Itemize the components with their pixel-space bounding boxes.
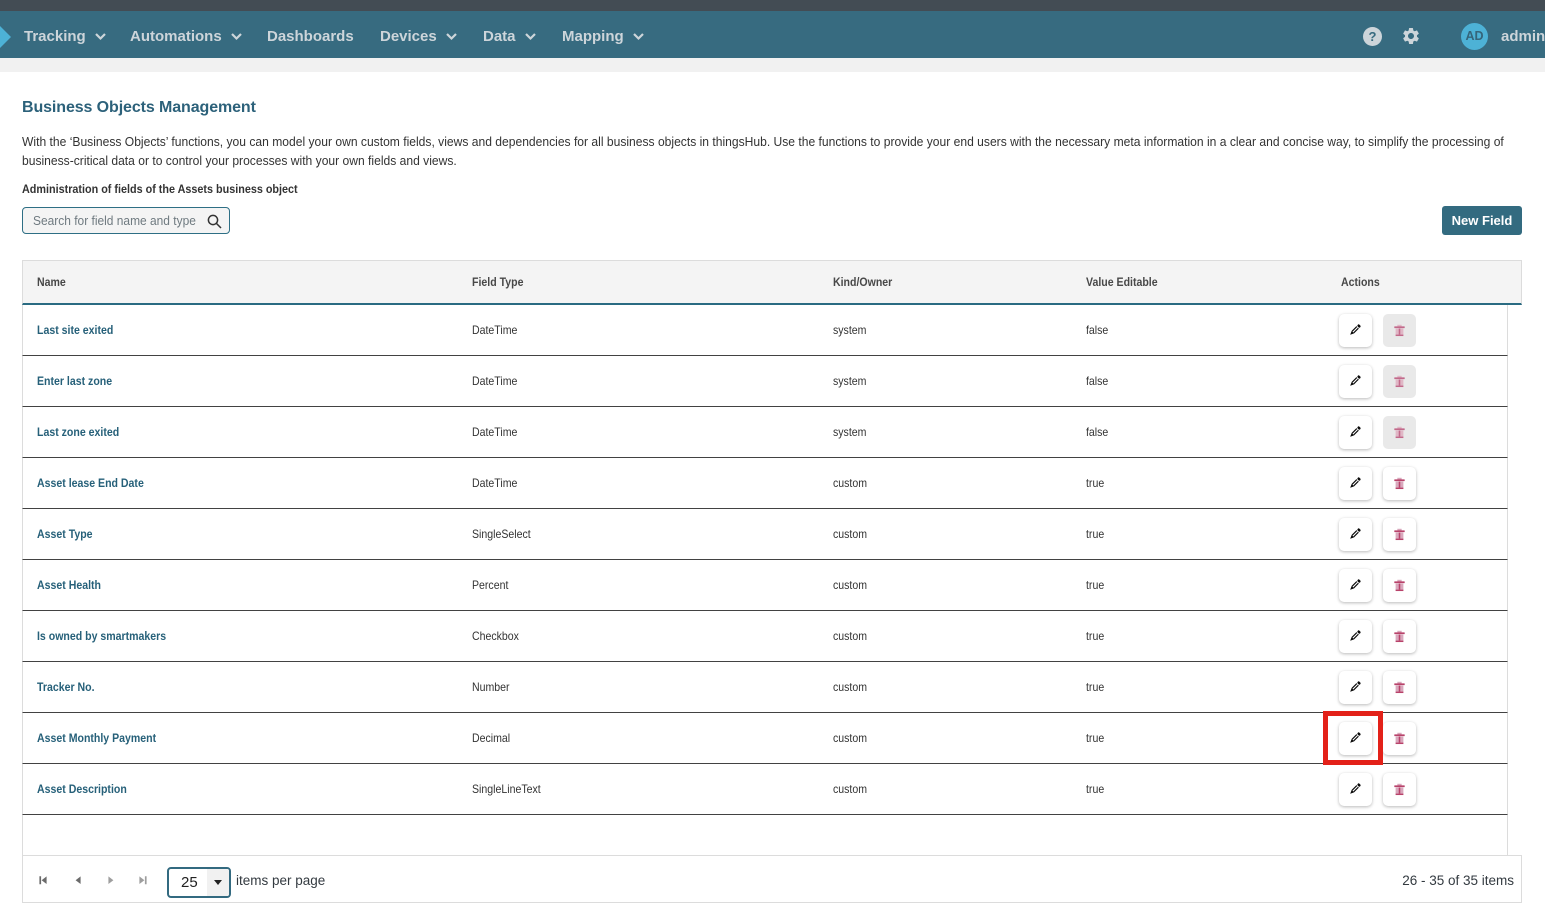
svg-text:?: ?: [1369, 29, 1377, 44]
